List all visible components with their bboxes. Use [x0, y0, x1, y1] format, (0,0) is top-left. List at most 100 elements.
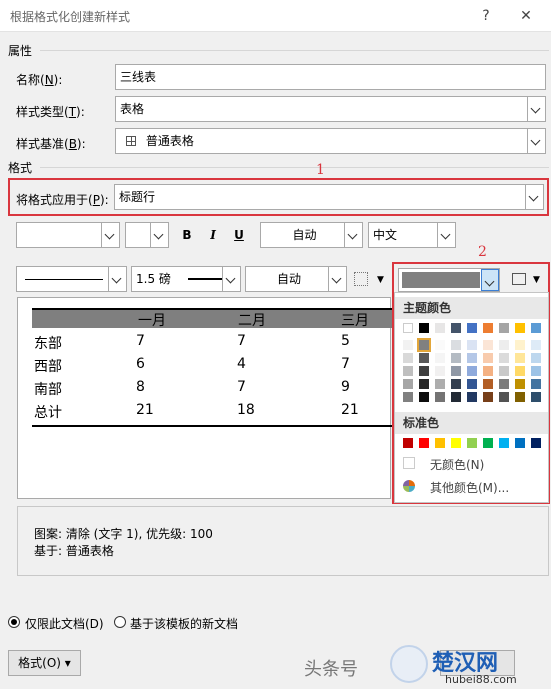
theme-color-swatch[interactable] [499, 340, 509, 350]
theme-color-swatch[interactable] [451, 340, 461, 350]
new-docs-template-radio[interactable] [114, 616, 126, 628]
theme-color-swatch[interactable] [499, 323, 509, 333]
theme-color-swatch[interactable] [419, 353, 429, 363]
only-this-document-label[interactable]: 仅限此文档(D) [25, 615, 104, 632]
chevron-down-icon[interactable] [481, 269, 499, 291]
underline-button[interactable]: U [228, 224, 250, 246]
standard-color-swatch[interactable] [403, 438, 413, 448]
theme-color-swatch[interactable] [403, 366, 413, 376]
theme-color-swatch[interactable] [419, 392, 429, 402]
font-color-select[interactable]: 自动 [260, 222, 363, 248]
border-weight-select[interactable]: 1.5 磅 [131, 266, 241, 292]
standard-color-swatch[interactable] [531, 438, 541, 448]
bottom-rule [32, 425, 392, 427]
theme-color-swatch[interactable] [515, 392, 525, 402]
italic-button[interactable]: I [202, 224, 224, 246]
theme-color-swatch[interactable] [435, 392, 445, 402]
theme-color-swatch[interactable] [531, 353, 541, 363]
theme-color-swatch[interactable] [483, 379, 493, 389]
theme-color-swatch[interactable] [417, 338, 431, 352]
theme-color-swatch[interactable] [451, 392, 461, 402]
theme-color-swatch[interactable] [435, 353, 445, 363]
font-size-select[interactable] [125, 222, 169, 248]
more-colors-option[interactable]: 其他颜色(M)... [430, 479, 509, 496]
theme-color-swatch[interactable] [467, 353, 477, 363]
standard-color-swatch[interactable] [515, 438, 525, 448]
theme-color-swatch[interactable] [467, 340, 477, 350]
theme-color-swatch[interactable] [403, 323, 413, 333]
style-base-select[interactable]: 普通表格 [115, 128, 546, 154]
theme-color-swatch[interactable] [451, 379, 461, 389]
theme-color-swatch[interactable] [515, 323, 525, 333]
language-select[interactable]: 中文 [368, 222, 456, 248]
theme-color-swatch[interactable] [435, 379, 445, 389]
format-button[interactable]: 格式(O) ▾ [8, 650, 81, 676]
theme-color-swatch[interactable] [531, 392, 541, 402]
bold-button[interactable]: B [176, 224, 198, 246]
theme-color-swatch[interactable] [419, 379, 429, 389]
theme-color-swatch[interactable] [499, 392, 509, 402]
standard-color-swatch[interactable] [451, 438, 461, 448]
theme-color-swatch[interactable] [419, 366, 429, 376]
theme-color-swatch[interactable] [403, 392, 413, 402]
theme-color-swatch[interactable] [419, 323, 429, 333]
table-grid-icon [126, 136, 136, 146]
theme-color-swatch[interactable] [499, 353, 509, 363]
theme-color-swatch[interactable] [467, 392, 477, 402]
close-button[interactable]: ✕ [514, 5, 538, 27]
theme-color-swatch[interactable] [435, 340, 445, 350]
standard-color-swatch[interactable] [419, 438, 429, 448]
theme-color-swatch[interactable] [467, 323, 477, 333]
theme-color-swatch[interactable] [467, 379, 477, 389]
borders-icon[interactable] [354, 272, 368, 286]
theme-color-swatch[interactable] [515, 379, 525, 389]
theme-color-swatch[interactable] [483, 366, 493, 376]
caret-down-icon[interactable]: ▼ [533, 275, 540, 285]
theme-color-swatch[interactable] [467, 366, 477, 376]
help-button[interactable]: ? [474, 5, 498, 27]
preview-cell: 18 [237, 402, 255, 418]
no-color-option[interactable]: 无颜色(N) [430, 456, 484, 473]
theme-color-swatch[interactable] [483, 392, 493, 402]
theme-color-swatch[interactable] [499, 379, 509, 389]
new-docs-template-label[interactable]: 基于该模板的新文档 [130, 615, 238, 632]
standard-color-swatch[interactable] [435, 438, 445, 448]
theme-color-swatch[interactable] [451, 353, 461, 363]
shading-color-select[interactable] [398, 268, 500, 292]
align-icon[interactable] [512, 273, 526, 285]
theme-color-swatch[interactable] [515, 366, 525, 376]
theme-color-swatch[interactable] [403, 340, 413, 350]
preview-cell: 7 [341, 356, 350, 372]
caret-down-icon[interactable]: ▼ [377, 275, 384, 285]
border-style-select[interactable] [16, 266, 127, 292]
name-field[interactable]: 三线表 [115, 64, 546, 90]
theme-color-swatch[interactable] [451, 366, 461, 376]
section-divider [40, 50, 549, 51]
theme-color-swatch[interactable] [515, 340, 525, 350]
theme-color-swatch[interactable] [403, 353, 413, 363]
standard-color-swatch[interactable] [499, 438, 509, 448]
standard-color-swatch[interactable] [467, 438, 477, 448]
theme-color-swatch[interactable] [435, 323, 445, 333]
style-type-select[interactable]: 表格 [115, 96, 546, 122]
apply-to-select[interactable]: 标题行 [114, 184, 544, 210]
theme-color-swatch[interactable] [451, 323, 461, 333]
standard-color-swatch[interactable] [483, 438, 493, 448]
theme-color-swatch[interactable] [531, 379, 541, 389]
theme-color-swatch[interactable] [483, 340, 493, 350]
theme-color-swatch[interactable] [403, 379, 413, 389]
theme-color-swatch[interactable] [499, 366, 509, 376]
theme-color-swatch[interactable] [531, 340, 541, 350]
theme-color-swatch[interactable] [435, 366, 445, 376]
only-this-document-radio[interactable] [8, 616, 20, 628]
theme-color-swatch[interactable] [483, 353, 493, 363]
theme-color-swatch[interactable] [515, 353, 525, 363]
theme-color-swatch[interactable] [531, 323, 541, 333]
theme-color-swatch[interactable] [531, 366, 541, 376]
preview-header-cell: 三月 [341, 313, 369, 329]
chevron-down-icon [437, 223, 455, 247]
theme-color-swatch[interactable] [483, 323, 493, 333]
preview-row-label: 东部 [34, 336, 62, 352]
font-name-select[interactable] [16, 222, 120, 248]
border-color-select[interactable]: 自动 [245, 266, 347, 292]
